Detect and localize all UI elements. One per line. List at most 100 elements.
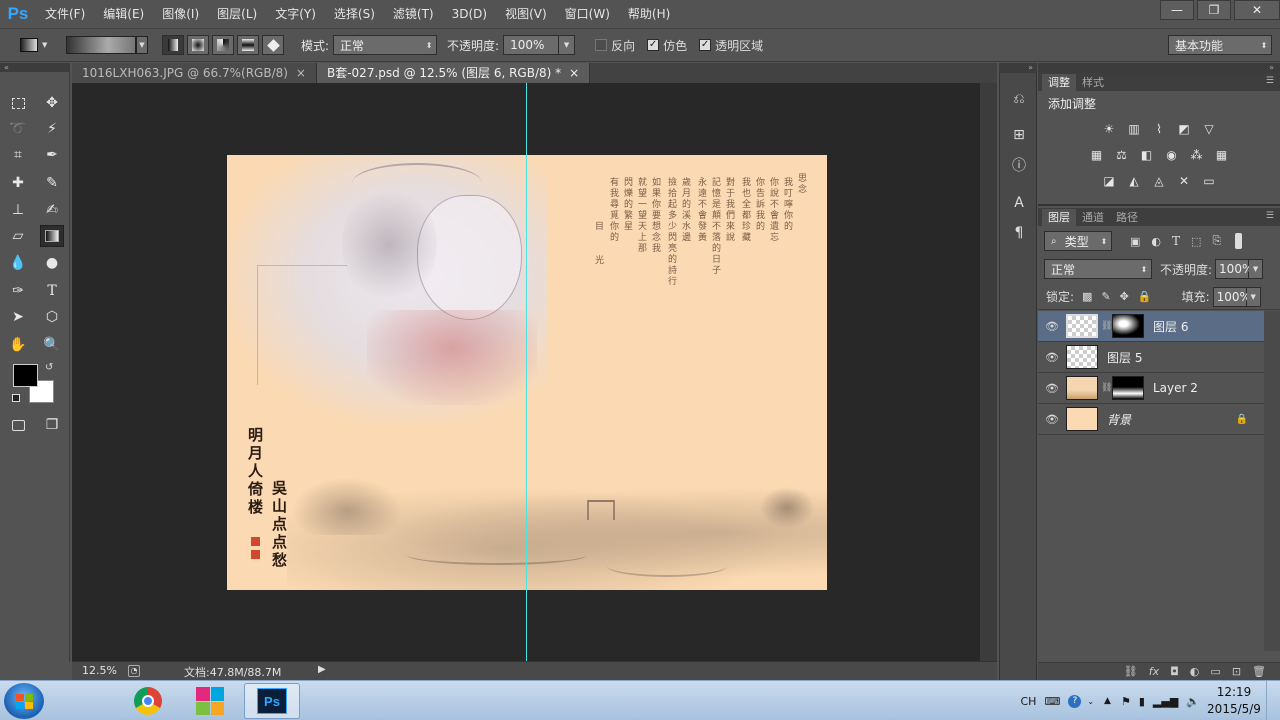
tool-preset-picker[interactable]: ▼ (20, 35, 56, 55)
menu-view[interactable]: 视图(V) (496, 0, 556, 28)
tab-styles[interactable]: 样式 (1076, 74, 1110, 91)
visibility-eye-icon[interactable]: 👁 (1038, 413, 1066, 426)
visibility-eye-icon[interactable]: 👁 (1038, 351, 1066, 364)
curves-icon[interactable]: ⌇ (1151, 120, 1168, 137)
gradient-map-icon[interactable]: ▭ (1201, 172, 1218, 189)
new-adjustment-icon[interactable]: ◐ (1190, 665, 1200, 678)
mode-select[interactable]: 正常 ⬍ (333, 35, 438, 55)
properties-panel-button[interactable]: ⊞ (1000, 121, 1038, 149)
menu-3d[interactable]: 3D(D) (443, 0, 496, 28)
status-arrow-icon[interactable]: ▶ (318, 664, 326, 675)
bw-icon[interactable]: ◧ (1138, 146, 1155, 163)
invert-icon[interactable]: ◪ (1101, 172, 1118, 189)
visibility-eye-icon[interactable]: 👁 (1038, 320, 1066, 333)
menu-window[interactable]: 窗口(W) (556, 0, 619, 28)
menu-layer[interactable]: 图层(L) (208, 0, 266, 28)
tab-document-1[interactable]: 1016LXH063.JPG @ 66.7%(RGB/8) × (72, 63, 317, 83)
quick-mask-button[interactable] (6, 414, 30, 436)
blend-mode-select[interactable]: 正常 ⬍ (1044, 259, 1152, 279)
shape-tool[interactable]: ⬡ (40, 306, 64, 328)
posterize-icon[interactable]: ◭ (1126, 172, 1143, 189)
status-menu-icon[interactable]: ◔ (128, 665, 140, 677)
crop-tool[interactable]: ⌗ (6, 144, 30, 166)
brush-tool[interactable]: ✎ (40, 172, 64, 194)
layer-row[interactable]: 👁 ⛓ Layer 2 (1038, 373, 1264, 404)
show-hidden-icons[interactable]: ▲ (1104, 696, 1111, 706)
lasso-tool[interactable]: ➰ (6, 118, 30, 140)
workspace-select[interactable]: 基本功能 ⬍ (1168, 35, 1272, 55)
linear-gradient-button[interactable] (162, 35, 184, 55)
hue-icon[interactable]: ▦ (1088, 146, 1105, 163)
help-icon[interactable]: ? (1068, 694, 1082, 708)
dither-checkbox[interactable]: ✓ (647, 39, 660, 51)
restore-button[interactable]: ❐ (1197, 0, 1231, 20)
lock-transparent-icon[interactable]: ▩ (1082, 290, 1092, 303)
document-artwork[interactable]: 思念 我叮嚀你的 你說不會遺忘 你告訴我的 我也全都珍藏 對于我們來說 記憶是顛… (227, 155, 827, 590)
menu-image[interactable]: 图像(I) (153, 0, 208, 28)
new-group-icon[interactable]: ▭ (1210, 665, 1220, 678)
menu-select[interactable]: 选择(S) (325, 0, 384, 28)
chevron-down-icon[interactable]: ▼ (1249, 259, 1264, 279)
gradient-picker[interactable]: ▼ (66, 36, 148, 54)
clock[interactable]: 12:19 2015/5/9 (1204, 684, 1264, 718)
link-layers-icon[interactable]: ⛓ (1124, 665, 1138, 678)
panel-menu-icon[interactable]: ☰ (1266, 211, 1274, 221)
exposure-icon[interactable]: ◩ (1176, 120, 1193, 137)
reflected-gradient-button[interactable] (237, 35, 259, 55)
screen-mode-button[interactable]: ❐ (40, 414, 64, 436)
fill-input[interactable]: 100% (1212, 286, 1251, 307)
quick-selection-tool[interactable]: ⚡ (40, 118, 64, 140)
transparency-checkbox[interactable]: ✓ (699, 39, 712, 51)
channel-mixer-icon[interactable]: ⁂ (1188, 146, 1205, 163)
taskbar-photoshop[interactable]: Ps (244, 683, 300, 719)
eyedropper-tool[interactable]: ✒ (40, 144, 64, 166)
marquee-tool[interactable] (6, 92, 30, 114)
tab-paths[interactable]: 路径 (1110, 209, 1144, 226)
flag-icon[interactable]: ⚑ (1121, 695, 1131, 708)
lock-position-icon[interactable]: ✥ (1120, 290, 1129, 303)
character-panel-button[interactable]: A (1000, 189, 1038, 217)
link-chain-icon[interactable]: ⛓ (1101, 321, 1112, 331)
layer-row[interactable]: 👁 ⛓ 图层 6 (1038, 311, 1264, 342)
tab-adjustments[interactable]: 调整 (1042, 74, 1076, 91)
radial-gradient-button[interactable] (187, 35, 209, 55)
foreground-color-swatch[interactable] (13, 364, 38, 387)
diamond-gradient-button[interactable] (262, 35, 284, 55)
dodge-tool[interactable]: ● (40, 252, 64, 274)
opacity-input[interactable]: 100% (503, 35, 560, 55)
move-tool[interactable]: ✥ (40, 92, 64, 114)
language-indicator[interactable]: CH (1021, 695, 1037, 708)
new-layer-icon[interactable]: ⊡ (1232, 665, 1241, 678)
layer-style-icon[interactable]: fx (1149, 665, 1159, 678)
hand-tool[interactable]: ✋ (6, 334, 30, 356)
info-panel-button[interactable]: ⓘ (1000, 151, 1038, 179)
icons-collapse-strip[interactable]: » (999, 63, 1037, 73)
menu-filter[interactable]: 滤镜(T) (384, 0, 443, 28)
keyboard-icon[interactable]: ⌨ (1044, 695, 1060, 708)
filter-shape-icon[interactable]: ⬚ (1191, 235, 1201, 248)
taskbar-store[interactable] (182, 683, 238, 719)
layer-mask-thumbnail[interactable] (1112, 376, 1144, 400)
pen-tool[interactable]: ✑ (6, 280, 30, 302)
paragraph-panel-button[interactable]: ¶ (1000, 219, 1038, 247)
vertical-scrollbar[interactable] (980, 83, 997, 661)
levels-icon[interactable]: ▥ (1126, 120, 1143, 137)
layer-mask-thumbnail[interactable] (1112, 314, 1144, 338)
tab-layers[interactable]: 图层 (1042, 209, 1076, 226)
layer-opacity-input[interactable]: 100% (1215, 259, 1253, 279)
close-icon[interactable]: × (296, 63, 306, 83)
layer-name[interactable]: Layer 2 (1153, 381, 1198, 395)
canvas-area[interactable]: 思念 我叮嚀你的 你說不會遺忘 你告訴我的 我也全都珍藏 對于我們來說 記憶是顛… (72, 83, 980, 661)
filter-type-icon[interactable]: T (1172, 234, 1180, 248)
trash-icon[interactable]: 🗑 (1252, 665, 1266, 678)
filter-toggle[interactable] (1235, 233, 1243, 249)
selective-color-icon[interactable]: ✕ (1176, 172, 1193, 189)
lookup-icon[interactable]: ▦ (1213, 146, 1230, 163)
layer-name[interactable]: 背景 (1107, 411, 1131, 428)
layers-scrollbar[interactable] (1264, 311, 1280, 651)
balance-icon[interactable]: ⚖ (1113, 146, 1130, 163)
eraser-tool[interactable]: ▱ (6, 225, 30, 247)
tab-document-2[interactable]: B套-027.psd @ 12.5% (图层 6, RGB/8) * × (316, 63, 591, 83)
lock-paint-icon[interactable]: ✎ (1101, 290, 1110, 303)
lock-all-icon[interactable]: 🔒 (1138, 290, 1152, 303)
